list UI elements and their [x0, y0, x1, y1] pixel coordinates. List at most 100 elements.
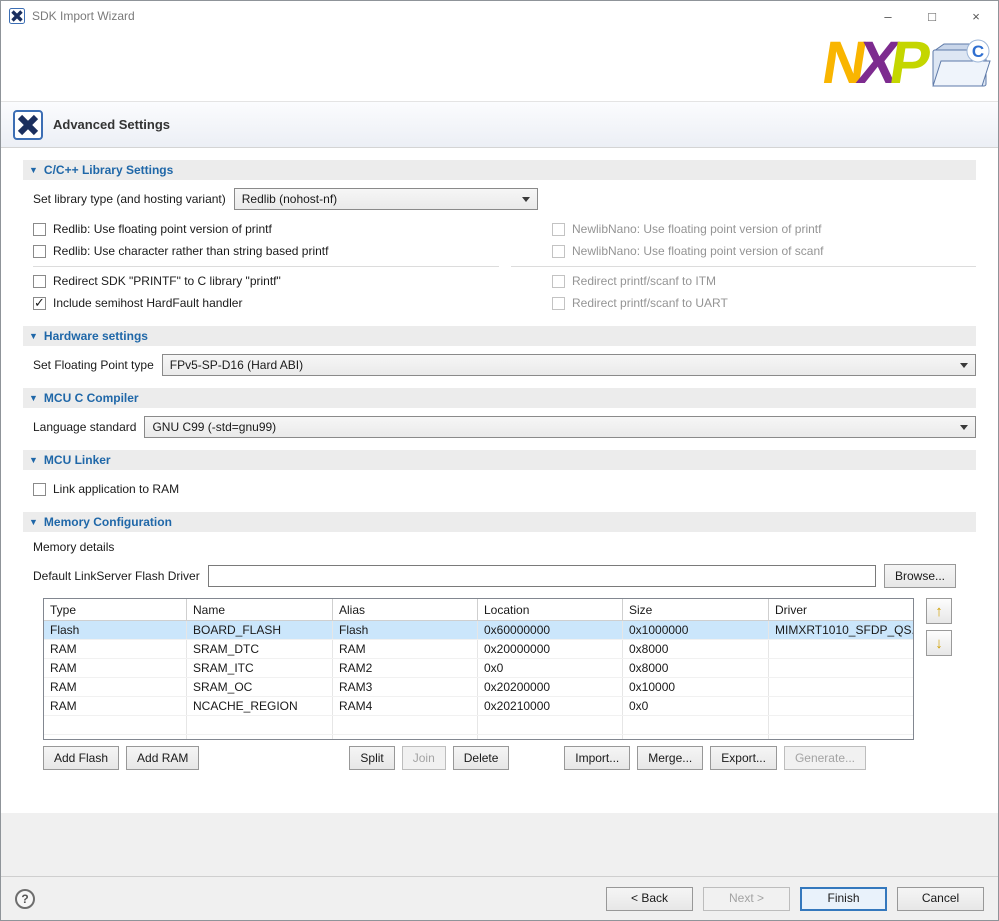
add-flash-button[interactable]: Add Flash [43, 746, 119, 770]
checkbox-icon[interactable] [33, 245, 46, 258]
column-header-driver[interactable]: Driver [769, 599, 913, 620]
checkbox-link-to-ram[interactable]: Link application to RAM [33, 478, 976, 500]
checkbox-redirect-itm: Redirect printf/scanf to ITM [552, 270, 976, 292]
cell-alias: RAM4 [333, 697, 478, 715]
cell-size: 0x10000 [623, 678, 769, 696]
checkbox-icon[interactable] [33, 275, 46, 288]
finish-button[interactable]: Finish [800, 887, 887, 911]
language-standard-label: Language standard [33, 420, 136, 434]
maximize-button[interactable]: □ [910, 1, 954, 31]
table-filler-row [44, 735, 913, 739]
checkbox-redirect-uart: Redirect printf/scanf to UART [552, 292, 976, 314]
io-button-group: Import... Merge... Export... Generate... [564, 746, 866, 770]
cell-type: RAM [44, 659, 187, 677]
twistie-icon: ▼ [29, 517, 38, 527]
cell-size: 0x8000 [623, 640, 769, 658]
checkbox-redlib-char-printf[interactable]: Redlib: Use character rather than string… [33, 240, 552, 262]
cell-type: RAM [44, 697, 187, 715]
checkbox-redirect-printf[interactable]: Redirect SDK "PRINTF" to C library "prin… [33, 270, 552, 292]
join-button: Join [402, 746, 446, 770]
cell-location: 0x20200000 [478, 678, 623, 696]
cell-type: RAM [44, 640, 187, 658]
column-header-name[interactable]: Name [187, 599, 333, 620]
nxp-wordmark: N X P [818, 31, 934, 95]
cell-driver [769, 659, 913, 677]
library-checkbox-grid: Redlib: Use floating point version of pr… [33, 218, 976, 314]
checkbox-label: Redlib: Use character rather than string… [53, 244, 328, 258]
window-title: SDK Import Wizard [32, 9, 135, 23]
next-button: Next > [703, 887, 790, 911]
cell-size: 0x0 [623, 697, 769, 715]
move-up-button[interactable]: ↑ [926, 598, 952, 624]
help-icon: ? [21, 892, 28, 906]
checkbox-redlib-float-printf[interactable]: Redlib: Use floating point version of pr… [33, 218, 552, 240]
help-button[interactable]: ? [15, 889, 35, 909]
cell-alias: RAM3 [333, 678, 478, 696]
section-memory-header[interactable]: ▼ Memory Configuration [23, 512, 976, 532]
section-title: Memory Configuration [44, 515, 172, 529]
cell-name: NCACHE_REGION [187, 697, 333, 715]
section-hardware-body: Set Floating Point type FPv5-SP-D16 (Har… [33, 354, 976, 376]
add-ram-button[interactable]: Add RAM [126, 746, 199, 770]
cell-name: SRAM_DTC [187, 640, 333, 658]
memory-details-label: Memory details [33, 540, 976, 554]
merge-button[interactable]: Merge... [637, 746, 703, 770]
section-library-header[interactable]: ▼ C/C++ Library Settings [23, 160, 976, 180]
language-standard-combobox[interactable]: GNU C99 (-std=gnu99) [144, 416, 976, 438]
nxp-logo: N X P C [823, 31, 992, 95]
table-row-board-flash[interactable]: Flash BOARD_FLASH Flash 0x60000000 0x100… [44, 621, 913, 640]
move-down-button[interactable]: ↓ [926, 630, 952, 656]
browse-button[interactable]: Browse... [884, 564, 956, 588]
app-icon [9, 8, 25, 24]
column-header-type[interactable]: Type [44, 599, 187, 620]
arrow-down-icon: ↓ [935, 636, 943, 651]
export-button[interactable]: Export... [710, 746, 777, 770]
section-title: C/C++ Library Settings [44, 163, 173, 177]
minimize-button[interactable]: – [866, 1, 910, 31]
cell-driver [769, 678, 913, 696]
checkbox-label: Redirect printf/scanf to UART [572, 296, 728, 310]
section-linker-header[interactable]: ▼ MCU Linker [23, 450, 976, 470]
checkbox-icon [552, 245, 565, 258]
cell-location: 0x0 [478, 659, 623, 677]
back-button[interactable]: < Back [606, 887, 693, 911]
close-button[interactable]: × [954, 1, 998, 31]
flash-driver-label: Default LinkServer Flash Driver [33, 569, 200, 583]
sdk-import-wizard-window: SDK Import Wizard – □ × N X P C [0, 0, 999, 921]
split-button[interactable]: Split [349, 746, 394, 770]
column-header-alias[interactable]: Alias [333, 599, 478, 620]
cell-location: 0x20000000 [478, 640, 623, 658]
checkbox-icon[interactable] [33, 483, 46, 496]
cell-driver: MIMXRT1010_SFDP_QS... [769, 621, 913, 639]
column-header-size[interactable]: Size [623, 599, 769, 620]
checkbox-label: Redlib: Use floating point version of pr… [53, 222, 272, 236]
section-compiler-header[interactable]: ▼ MCU C Compiler [23, 388, 976, 408]
column-header-location[interactable]: Location [478, 599, 623, 620]
import-button[interactable]: Import... [564, 746, 630, 770]
flash-driver-input[interactable] [208, 565, 876, 587]
folder-letter: C [972, 42, 984, 61]
table-row-sram-oc[interactable]: RAM SRAM_OC RAM3 0x20200000 0x10000 [44, 678, 913, 697]
fp-type-combobox[interactable]: FPv5-SP-D16 (Hard ABI) [162, 354, 976, 376]
cell-location: 0x60000000 [478, 621, 623, 639]
sdk-folder-icon: C [928, 37, 992, 93]
table-row-ncache-region[interactable]: RAM NCACHE_REGION RAM4 0x20210000 0x0 [44, 697, 913, 716]
cancel-button[interactable]: Cancel [897, 887, 984, 911]
checkbox-icon[interactable] [33, 223, 46, 236]
table-row-sram-dtc[interactable]: RAM SRAM_DTC RAM 0x20000000 0x8000 [44, 640, 913, 659]
library-type-combobox[interactable]: Redlib (nohost-nf) [234, 188, 538, 210]
checkbox-icon[interactable] [33, 297, 46, 310]
cell-name: BOARD_FLASH [187, 621, 333, 639]
library-type-label: Set library type (and hosting variant) [33, 192, 226, 206]
arrow-up-icon: ↑ [935, 604, 943, 619]
twistie-icon: ▼ [29, 331, 38, 341]
checkbox-newlibnano-float-scanf: NewlibNano: Use floating point version o… [552, 240, 976, 262]
page-title: Advanced Settings [53, 117, 170, 132]
checkbox-icon [552, 223, 565, 236]
checkbox-semihost-hardfault[interactable]: Include semihost HardFault handler [33, 292, 552, 314]
section-hardware-header[interactable]: ▼ Hardware settings [23, 326, 976, 346]
edit-button-group: Split Join Delete [349, 746, 509, 770]
main-content: ▼ C/C++ Library Settings Set library typ… [1, 148, 998, 813]
table-row-sram-itc[interactable]: RAM SRAM_ITC RAM2 0x0 0x8000 [44, 659, 913, 678]
delete-button[interactable]: Delete [453, 746, 510, 770]
